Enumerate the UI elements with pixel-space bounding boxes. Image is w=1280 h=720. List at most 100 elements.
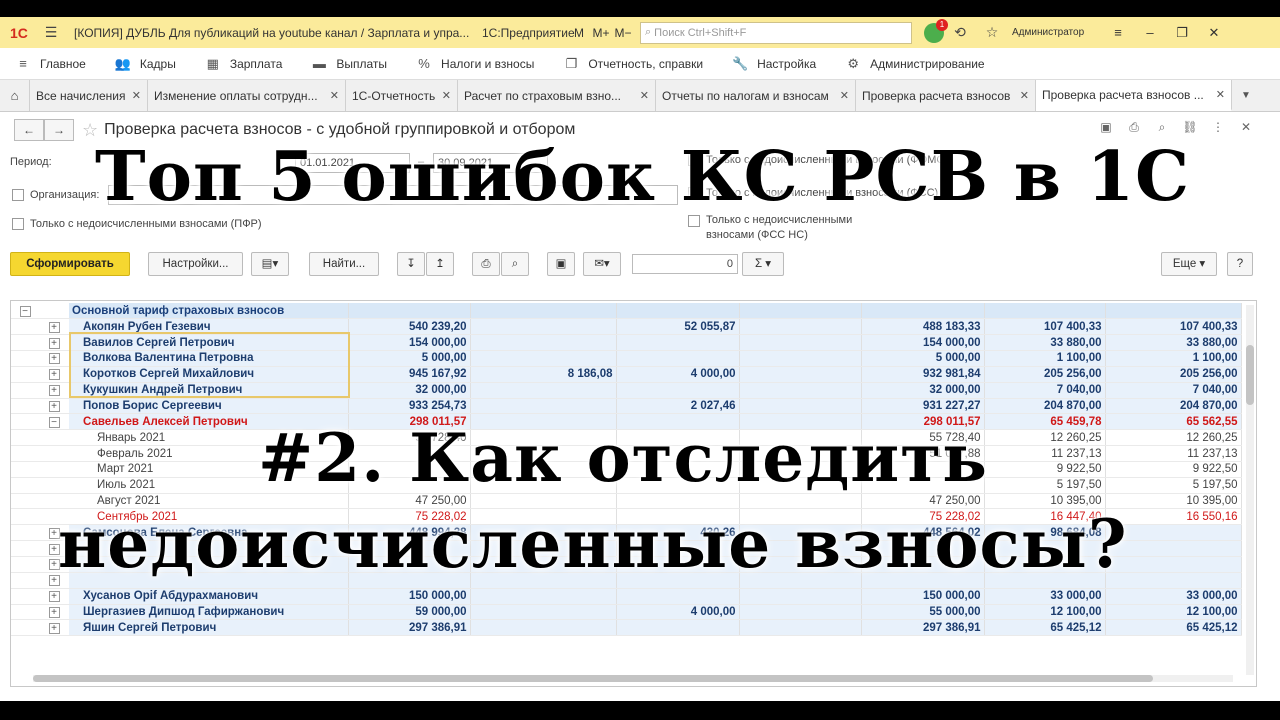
close-icon[interactable]: ✕ xyxy=(1198,25,1230,41)
month-row[interactable]: Август 2021 47 250,00 47 250,00 10 395,00 10… xyxy=(11,493,1242,510)
tabs-dropdown-icon[interactable]: ▼ xyxy=(1232,80,1260,111)
employee-row[interactable]: + Вавилов Сергей Петрович 154 000,00 154 00… xyxy=(11,334,1242,352)
date-from-input[interactable]: 01.01.2021 xyxy=(295,153,410,173)
employee-row[interactable]: + Попов Борис Сергеевич 933 254,73 2 027,46… xyxy=(11,398,1242,415)
month-row[interactable]: Февраль 2021 51 077,88 11 237,13 11 237,13 xyxy=(11,445,1242,462)
employee-row[interactable]: + Кукушкин Андрей Петрович 32 000,00 32 000… xyxy=(11,382,1242,399)
close-form-icon[interactable]: ✕ xyxy=(1232,120,1260,135)
employee-row[interactable]: + Яшин Сергей Петрович 297 386,91 297 386,9… xyxy=(11,619,1242,637)
report-grid[interactable]: − Основной тариф страховых взносов + Акоп… xyxy=(10,300,1257,687)
close-tab-icon[interactable]: ✕ xyxy=(330,89,339,102)
tab-rsv-calc[interactable]: Расчет по страховым взно... ✕ xyxy=(458,80,656,111)
hamburger-menu-icon[interactable]: ☰ xyxy=(40,24,62,41)
link-icon[interactable]: ⛓ xyxy=(1176,120,1204,135)
favorites-star-icon[interactable]: ☆ xyxy=(976,24,1008,41)
expand-icon[interactable]: + xyxy=(48,527,60,539)
close-tab-icon[interactable]: ✕ xyxy=(640,89,649,102)
more-button[interactable]: Еще ▾ xyxy=(1161,252,1217,276)
horizontal-scrollbar[interactable] xyxy=(33,675,1233,682)
group-row[interactable]: − Основной тариф страховых взносов xyxy=(11,303,1242,320)
expand-icon[interactable]: + xyxy=(48,575,60,587)
forward-arrow-icon[interactable]: → xyxy=(44,119,74,141)
more-icon[interactable]: ⋮ xyxy=(1204,120,1232,135)
expand-icon[interactable]: + xyxy=(48,385,60,397)
tab-1c-reporting[interactable]: 1С-Отчетность ✕ xyxy=(346,80,458,111)
employee-row[interactable]: + Хусанов Орif Абдурахманович 150 000,00 15… xyxy=(11,588,1242,605)
close-tab-icon[interactable]: ✕ xyxy=(1020,89,1029,102)
collapse-icon[interactable]: − xyxy=(48,416,60,428)
employee-row[interactable]: + Волкова Валентина Петровна 5 000,00 5 000… xyxy=(11,350,1242,367)
menu-item-settings[interactable]: 🔧 Настройка xyxy=(731,56,816,72)
vertical-scrollbar[interactable] xyxy=(1246,305,1254,675)
user-name[interactable]: Администратор xyxy=(1012,27,1102,38)
scroll-thumb[interactable] xyxy=(1246,345,1254,405)
save-icon[interactable]: ▣ xyxy=(1092,120,1120,135)
history-icon[interactable]: ⟲ xyxy=(944,24,976,41)
menu-item-taxes[interactable]: % Налоги и взносы xyxy=(415,56,534,71)
tab-contrib-check-active[interactable]: Проверка расчета взносов ... ✕ xyxy=(1036,80,1232,111)
expand-icon[interactable]: + xyxy=(48,606,60,618)
notifications-bell-icon[interactable]: 1 xyxy=(924,18,948,43)
fss-checkbox[interactable] xyxy=(688,187,700,199)
expand-icon[interactable]: + xyxy=(48,337,60,349)
date-to-input[interactable]: 30.09.2021 xyxy=(433,153,548,173)
collapse-icon[interactable]: − xyxy=(19,305,31,317)
month-row[interactable]: Июль 2021 5 197,50 5 197,50 xyxy=(11,477,1242,494)
settings-button[interactable]: Настройки... xyxy=(148,252,243,276)
back-arrow-icon[interactable]: ← xyxy=(14,119,44,141)
expand-icon[interactable]: + xyxy=(48,321,60,333)
employee-row[interactable]: − Савельев Алексей Петрович 298 011,57 298 … xyxy=(11,413,1242,431)
menu-item-payments[interactable]: ▬ Выплаты xyxy=(310,56,387,71)
search-input[interactable]: ⌕ Поиск Ctrl+Shift+F xyxy=(640,21,912,44)
menu-item-reports[interactable]: ❐ Отчетность, справки xyxy=(562,56,704,72)
memory-mminus-button[interactable]: M− xyxy=(612,26,634,40)
collapse-groups-icon[interactable]: ↥ xyxy=(426,252,454,276)
help-button[interactable]: ? xyxy=(1227,252,1253,276)
tab-salary-change[interactable]: Изменение оплаты сотрудн... ✕ xyxy=(148,80,346,111)
month-row[interactable]: Январь 2021 55 728,40 55 728,40 12 260,25 12… xyxy=(11,429,1242,447)
minimize-icon[interactable]: – xyxy=(1134,25,1166,40)
memory-m-button[interactable]: M xyxy=(568,26,590,40)
expand-icon[interactable]: + xyxy=(48,369,60,381)
favorite-star-icon[interactable]: ☆ xyxy=(82,120,98,141)
tab-contrib-check[interactable]: Проверка расчета взносов ✕ xyxy=(856,80,1036,111)
foms-checkbox[interactable] xyxy=(688,154,700,166)
menu-item-admin[interactable]: ⚙ Администрирование xyxy=(844,56,984,72)
close-tab-icon[interactable]: ✕ xyxy=(840,89,849,102)
sum-value-field[interactable]: 0 xyxy=(632,254,738,274)
close-tab-icon[interactable]: ✕ xyxy=(132,89,141,102)
settings-menu-icon[interactable]: ≡ xyxy=(1102,25,1134,40)
expand-icon[interactable]: + xyxy=(48,591,60,603)
print-icon[interactable]: ⎙ xyxy=(1120,120,1148,135)
pfr-checkbox[interactable] xyxy=(12,218,24,230)
find-button[interactable]: Найти... xyxy=(309,252,379,276)
save-button-icon[interactable]: ▣ xyxy=(547,252,575,276)
fss-ns-checkbox[interactable] xyxy=(688,215,700,227)
employee-row[interactable]: + xyxy=(11,540,1242,557)
employee-row[interactable]: + Коротков Сергей Михайлович 945 167,92 8 1… xyxy=(11,366,1242,383)
restore-icon[interactable]: ❐ xyxy=(1166,25,1198,41)
employee-row[interactable]: + Акопян Рубен Гезевич 540 239,20 52 055,87… xyxy=(11,318,1242,336)
organization-field[interactable] xyxy=(108,185,678,205)
tab-tax-reports[interactable]: Отчеты по налогам и взносам ✕ xyxy=(656,80,856,111)
employee-row[interactable]: + Самсонова Елена Сергеевна 448 994,28 430,… xyxy=(11,524,1242,542)
expand-icon[interactable]: + xyxy=(48,559,60,571)
menu-item-main[interactable]: ≡ Главное xyxy=(14,56,86,71)
employee-row[interactable]: + xyxy=(11,556,1242,573)
expand-icon[interactable]: + xyxy=(48,622,60,634)
preview-icon[interactable]: ⌕ xyxy=(1148,120,1176,135)
expand-groups-icon[interactable]: ↧ xyxy=(397,252,425,276)
close-tab-icon[interactable]: ✕ xyxy=(442,89,451,102)
sum-dropdown-button[interactable]: Σ ▾ xyxy=(742,252,784,276)
employee-row[interactable]: + xyxy=(11,572,1242,589)
month-row[interactable]: Март 2021 9 922,50 9 922,50 xyxy=(11,461,1242,478)
employee-row[interactable]: + Шергазиев Дипшод Гафиржанович 59 000,00 4… xyxy=(11,604,1242,621)
expand-icon[interactable]: + xyxy=(48,353,60,365)
generate-button[interactable]: Сформировать xyxy=(10,252,130,276)
email-dropdown-icon[interactable]: ✉▾ xyxy=(583,252,621,276)
tab-all-accruals[interactable]: Все начисления ✕ xyxy=(30,80,148,111)
menu-item-staff[interactable]: 👥 Кадры xyxy=(114,56,176,72)
variants-dropdown-icon[interactable]: ▤▾ xyxy=(251,252,289,276)
home-icon[interactable]: ⌂ xyxy=(0,80,30,111)
scroll-thumb[interactable] xyxy=(33,675,1153,682)
